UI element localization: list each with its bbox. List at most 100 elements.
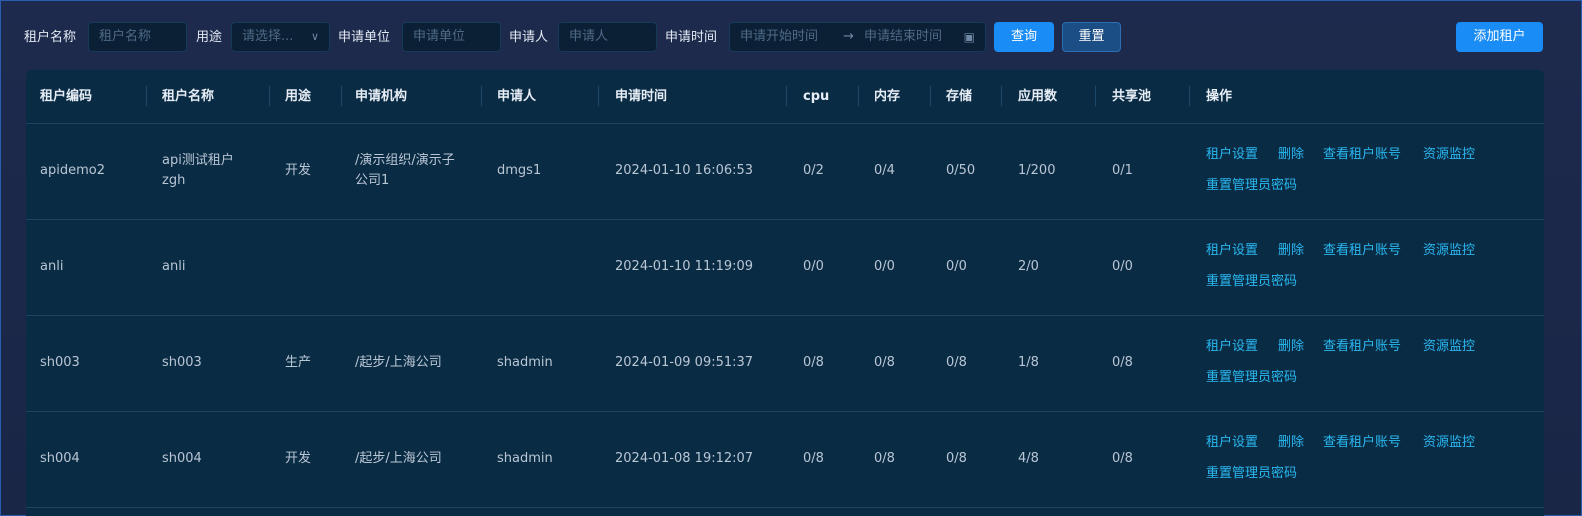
- cell-code: apidemo2: [40, 163, 105, 178]
- resource-monitor-link[interactable]: 资源监控: [1423, 145, 1475, 165]
- calendar-icon: ▣: [963, 30, 975, 44]
- cell-apply-time: 2024-01-08 19:12:07: [615, 451, 754, 466]
- cell-apply-time: 2024-01-10 11:19:09: [615, 259, 754, 274]
- cell-cpu: 0/8: [803, 451, 824, 466]
- cell-app-count: 4/8: [1018, 451, 1039, 466]
- cell-code: anli: [40, 259, 64, 274]
- cell-storage: 0/50: [946, 163, 976, 178]
- apply-time-label: 申请时间: [665, 30, 718, 45]
- cell-applicant: shadmin: [497, 451, 553, 466]
- view-accounts-link[interactable]: 查看租户账号: [1323, 337, 1401, 357]
- cell-storage: 0/8: [946, 451, 967, 466]
- resource-monitor-link[interactable]: 资源监控: [1423, 337, 1475, 357]
- header-apply-time: 申请时间: [615, 89, 668, 104]
- applicant-label: 申请人: [509, 30, 549, 45]
- chevron-down-icon: ∨: [310, 30, 319, 43]
- cell-cpu: 0/8: [803, 355, 824, 370]
- purpose-label: 用途: [196, 30, 223, 45]
- cell-name: sh003: [162, 355, 202, 370]
- tenant-settings-link[interactable]: 租户设置: [1206, 145, 1258, 165]
- cell-apply-time: 2024-01-10 16:06:53: [615, 163, 754, 178]
- query-button[interactable]: 查询: [994, 22, 1054, 52]
- cell-app-count: 1/200: [1018, 163, 1056, 178]
- delete-link[interactable]: 删除: [1278, 241, 1304, 261]
- cell-shared-pool: 0/8: [1112, 451, 1133, 466]
- cell-purpose: 开发: [285, 451, 312, 466]
- cell-app-count: 2/0: [1018, 259, 1039, 274]
- add-tenant-button[interactable]: 添加租户: [1456, 22, 1543, 52]
- purpose-select[interactable]: 请选择... ∨: [231, 22, 330, 52]
- start-date-placeholder: 申请开始时间: [740, 29, 819, 44]
- filter-toolbar: 租户名称 租户名称 用途 请选择... ∨ 申请单位 申请单位 申请人 申请人 …: [0, 22, 1582, 54]
- tenant-settings-link[interactable]: 租户设置: [1206, 433, 1258, 453]
- tenant-name-label: 租户名称: [24, 30, 77, 45]
- reset-admin-password-link[interactable]: 重置管理员密码: [1206, 176, 1297, 196]
- cell-apply-time: 2024-01-09 09:51:37: [615, 355, 754, 370]
- table-row: sh004 sh004 开发 /起步/上海公司 shadmin 2024-01-…: [26, 412, 1544, 508]
- table-row: apidemo2 api测试租户 zgh 开发 /演示组织/演示子 公司1 dm…: [26, 124, 1544, 220]
- table-row: anli anli 2024-01-10 11:19:09 0/0 0/0 0/…: [26, 220, 1544, 316]
- header-storage: 存储: [946, 89, 973, 104]
- header-org: 申请机构: [355, 89, 408, 104]
- cell-name: anli: [162, 259, 186, 274]
- header-tenant-name: 租户名称: [162, 89, 215, 104]
- purpose-placeholder: 请选择...: [242, 29, 294, 44]
- header-actions: 操作: [1206, 89, 1233, 104]
- apply-unit-label: 申请单位: [338, 30, 391, 45]
- range-arrow-icon: →: [843, 29, 854, 44]
- delete-link[interactable]: 删除: [1278, 145, 1304, 165]
- cell-memory: 0/8: [874, 355, 895, 370]
- header-cpu: cpu: [803, 89, 830, 104]
- cell-name: api测试租户: [162, 153, 234, 168]
- cell-memory: 0/0: [874, 259, 895, 274]
- delete-link[interactable]: 删除: [1278, 337, 1304, 357]
- cell-cpu: 0/2: [803, 163, 824, 178]
- view-accounts-link[interactable]: 查看租户账号: [1323, 241, 1401, 261]
- header-applicant: 申请人: [497, 89, 537, 104]
- delete-link[interactable]: 删除: [1278, 433, 1304, 453]
- header-shared-pool: 共享池: [1112, 89, 1152, 104]
- tenant-table: 租户编码 租户名称 用途 申请机构 申请人 申请时间 cpu 内存 存储 应用数…: [26, 70, 1544, 516]
- cell-purpose: 开发: [285, 163, 312, 178]
- applicant-input[interactable]: 申请人: [558, 22, 657, 52]
- cell-org: /起步/上海公司: [355, 451, 442, 466]
- cell-org: /起步/上海公司: [355, 355, 442, 370]
- tenant-settings-link[interactable]: 租户设置: [1206, 241, 1258, 261]
- cell-applicant: shadmin: [497, 355, 553, 370]
- cell-name: sh004: [162, 451, 202, 466]
- apply-unit-placeholder: 申请单位: [413, 29, 466, 44]
- cell-org: /演示组织/演示子: [355, 153, 455, 168]
- cell-storage: 0/0: [946, 259, 967, 274]
- reset-admin-password-link[interactable]: 重置管理员密码: [1206, 464, 1297, 484]
- reset-button[interactable]: 重置: [1062, 22, 1121, 52]
- view-accounts-link[interactable]: 查看租户账号: [1323, 145, 1401, 165]
- resource-monitor-link[interactable]: 资源监控: [1423, 241, 1475, 261]
- table-row: sh003 sh003 生产 /起步/上海公司 shadmin 2024-01-…: [26, 316, 1544, 412]
- tenant-name-placeholder: 租户名称: [99, 29, 152, 44]
- cell-cpu: 0/0: [803, 259, 824, 274]
- tenant-name-input[interactable]: 租户名称: [88, 22, 187, 52]
- resource-monitor-link[interactable]: 资源监控: [1423, 433, 1475, 453]
- cell-storage: 0/8: [946, 355, 967, 370]
- cell-applicant: dmgs1: [497, 163, 542, 178]
- cell-code: sh004: [40, 451, 80, 466]
- cell-purpose: 生产: [285, 355, 312, 370]
- cell-org-line2: 公司1: [355, 173, 390, 188]
- cell-name-line2: zgh: [162, 173, 186, 188]
- tenant-settings-link[interactable]: 租户设置: [1206, 337, 1258, 357]
- cell-shared-pool: 0/8: [1112, 355, 1133, 370]
- reset-admin-password-link[interactable]: 重置管理员密码: [1206, 272, 1297, 292]
- header-purpose: 用途: [285, 89, 312, 104]
- cell-shared-pool: 0/1: [1112, 163, 1133, 178]
- reset-admin-password-link[interactable]: 重置管理员密码: [1206, 368, 1297, 388]
- applicant-placeholder: 申请人: [569, 29, 609, 44]
- apply-unit-input[interactable]: 申请单位: [402, 22, 501, 52]
- table-header: 租户编码 租户名称 用途 申请机构 申请人 申请时间 cpu 内存 存储 应用数…: [26, 70, 1544, 124]
- header-memory: 内存: [874, 89, 901, 104]
- end-date-placeholder: 申请结束时间: [864, 29, 943, 44]
- cell-memory: 0/8: [874, 451, 895, 466]
- view-accounts-link[interactable]: 查看租户账号: [1323, 433, 1401, 453]
- date-range-picker[interactable]: 申请开始时间 → 申请结束时间 ▣: [729, 22, 986, 52]
- header-tenant-code: 租户编码: [40, 89, 93, 104]
- cell-app-count: 1/8: [1018, 355, 1039, 370]
